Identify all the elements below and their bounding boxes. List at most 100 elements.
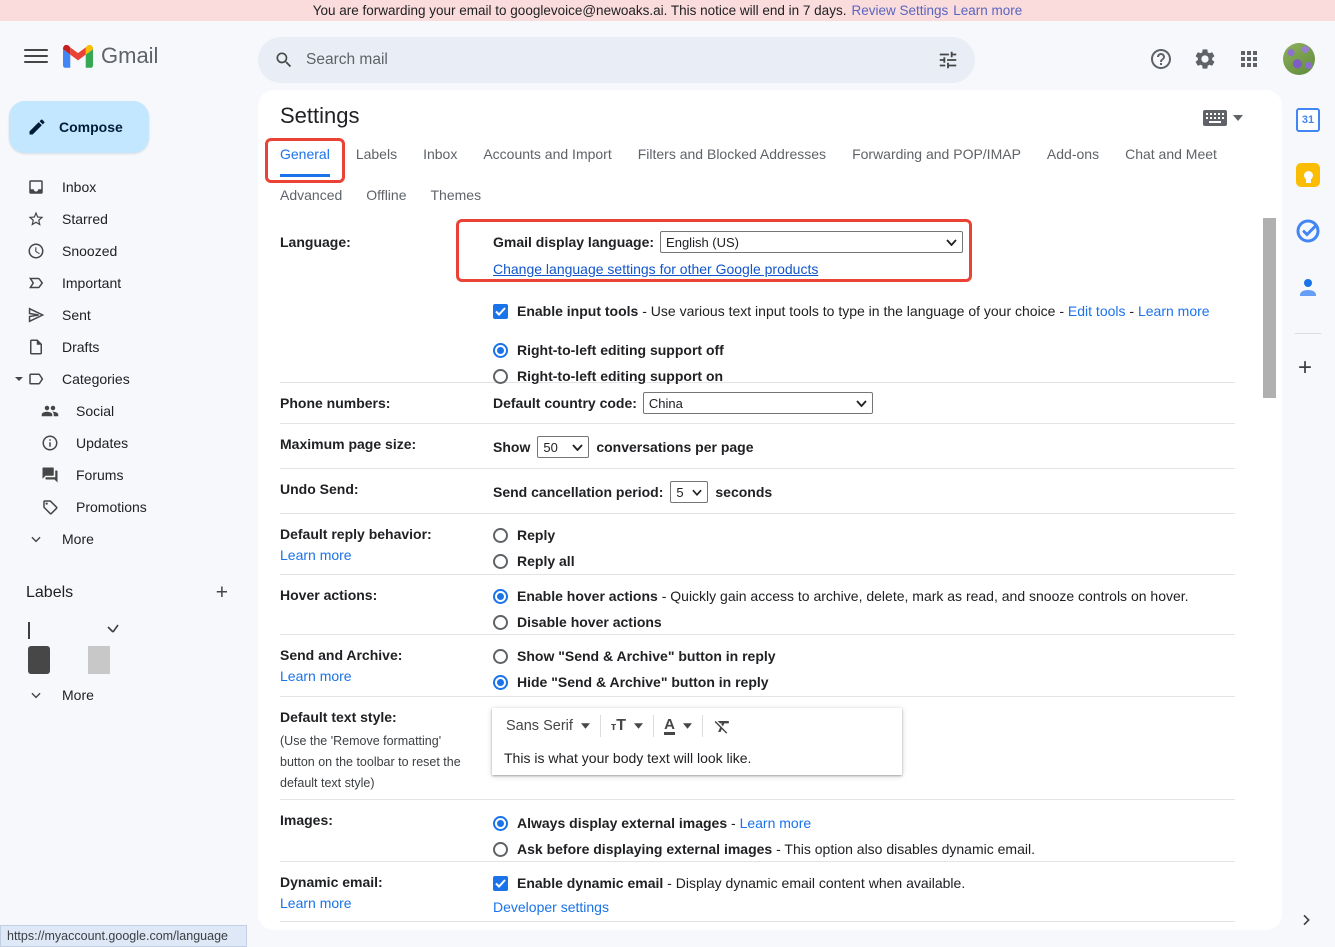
search-icon[interactable] — [274, 50, 294, 70]
reply-all-radio[interactable] — [493, 554, 508, 569]
calendar-icon[interactable]: 31 — [1296, 108, 1320, 132]
row-dynamic-email: Dynamic email: Learn more Enable dynamic… — [280, 862, 1235, 922]
sidebar-labels-more[interactable]: More — [12, 679, 244, 711]
tab-offline[interactable]: Offline — [366, 187, 406, 215]
tab-filters[interactable]: Filters and Blocked Addresses — [638, 146, 826, 177]
search-filter-icon[interactable] — [937, 49, 959, 71]
tab-accounts-and-import[interactable]: Accounts and Import — [483, 146, 611, 177]
ask-before-images-radio[interactable] — [493, 842, 508, 857]
sidebar-item-snoozed[interactable]: Snoozed — [12, 235, 244, 267]
compose-button[interactable]: Compose — [9, 101, 149, 153]
chat-icon — [40, 465, 60, 485]
size-dropdown-arrow-icon[interactable] — [634, 723, 643, 729]
tab-chat-and-meet[interactable]: Chat and Meet — [1125, 146, 1217, 177]
tasks-icon[interactable] — [1296, 219, 1320, 243]
reply-radio[interactable] — [493, 528, 508, 543]
help-icon[interactable] — [1149, 47, 1173, 71]
rtl-on-radio[interactable] — [493, 369, 508, 384]
settings-panel: Settings General Labels Inbox Accounts a… — [258, 90, 1282, 930]
display-language-select[interactable]: English (US) — [660, 231, 963, 253]
enable-hover-radio[interactable] — [493, 589, 508, 604]
hide-send-archive-radio[interactable] — [493, 675, 508, 690]
settings-gear-icon[interactable] — [1193, 47, 1217, 71]
sidebar-item-inbox[interactable]: Inbox — [12, 171, 244, 203]
sidebar-item-updates[interactable]: Updates — [12, 427, 244, 459]
tab-forwarding[interactable]: Forwarding and POP/IMAP — [852, 146, 1021, 177]
contacts-icon[interactable] — [1296, 275, 1320, 299]
select-chevron-icon — [946, 239, 957, 246]
compose-label: Compose — [59, 119, 123, 135]
enable-dynamic-email-checkbox[interactable] — [493, 876, 508, 891]
page-size-row-label: Maximum page size: — [280, 434, 460, 454]
tag-icon — [40, 497, 60, 517]
input-tools-toggle[interactable] — [1203, 110, 1243, 126]
tab-general[interactable]: General — [280, 146, 330, 177]
remove-formatting-icon[interactable] — [713, 717, 732, 736]
font-size-button[interactable]: тT — [611, 717, 626, 735]
label-item-glyph — [107, 624, 119, 633]
tab-advanced[interactable]: Advanced — [280, 187, 342, 215]
cancellation-period-select[interactable]: 5 — [670, 481, 708, 503]
reply-learn-more-link[interactable]: Learn more — [280, 545, 460, 565]
color-dropdown-arrow-icon[interactable] — [683, 723, 692, 729]
search-input[interactable] — [306, 51, 937, 69]
sidebar-item-starred[interactable]: Starred — [12, 203, 244, 235]
vertical-scrollbar[interactable] — [1263, 218, 1276, 398]
apps-grid-icon[interactable] — [1237, 47, 1261, 71]
side-panel-rail: 31 + — [1282, 90, 1335, 947]
sidebar-item-more[interactable]: More — [12, 523, 244, 555]
main-menu-icon[interactable] — [24, 44, 48, 68]
label-swatch-dark[interactable] — [28, 646, 50, 674]
label-icon — [26, 369, 46, 389]
sidebar-item-forums[interactable]: Forums — [12, 459, 244, 491]
review-settings-link[interactable]: Review Settings — [851, 3, 948, 18]
disable-hover-radio[interactable] — [493, 615, 508, 630]
show-side-panel-icon[interactable] — [1298, 912, 1314, 928]
add-label-icon[interactable]: + — [216, 582, 228, 603]
country-code-select[interactable]: China — [643, 392, 873, 414]
font-family-select[interactable]: Sans Serif — [506, 718, 573, 734]
page-title: Settings — [280, 103, 360, 129]
sidebar-item-categories[interactable]: Categories — [12, 363, 244, 395]
font-dropdown-arrow-icon[interactable] — [581, 723, 590, 729]
send-archive-learn-more-link[interactable]: Learn more — [280, 666, 460, 686]
change-language-link[interactable]: Change language settings for other Googl… — [493, 261, 818, 277]
keyboard-icon — [1203, 110, 1227, 126]
tab-add-ons[interactable]: Add-ons — [1047, 146, 1099, 177]
keep-icon[interactable] — [1296, 163, 1320, 187]
row-phone-numbers: Phone numbers: Default country code: Chi… — [280, 383, 1235, 424]
developer-settings-link[interactable]: Developer settings — [493, 899, 609, 915]
send-icon — [26, 305, 46, 325]
banner-learn-more-link[interactable]: Learn more — [953, 3, 1022, 18]
text-style-preview: This is what your body text will look li… — [492, 744, 902, 766]
enable-input-tools-checkbox[interactable] — [493, 304, 508, 319]
inbox-icon — [26, 177, 46, 197]
rtl-off-radio[interactable] — [493, 343, 508, 358]
sidebar: Compose Inbox Starred Snoozed Important … — [0, 90, 256, 947]
status-url-tooltip: https://myaccount.google.com/language — [0, 925, 247, 947]
get-add-ons-icon[interactable]: + — [1298, 356, 1312, 380]
images-learn-more-link[interactable]: Learn more — [740, 815, 812, 831]
text-color-button[interactable]: A — [664, 717, 675, 735]
show-send-archive-radio[interactable] — [493, 649, 508, 664]
tab-inbox[interactable]: Inbox — [423, 146, 457, 177]
always-display-images-radio[interactable] — [493, 816, 508, 831]
page-size-select[interactable]: 50 — [537, 436, 589, 458]
sidebar-item-promotions[interactable]: Promotions — [12, 491, 244, 523]
dynamic-learn-more-link[interactable]: Learn more — [280, 893, 460, 913]
edit-tools-link[interactable]: Edit tools — [1068, 303, 1126, 319]
language-row-label: Language: — [280, 232, 460, 252]
sidebar-item-sent[interactable]: Sent — [12, 299, 244, 331]
search-bar[interactable] — [258, 37, 975, 83]
sidebar-item-drafts[interactable]: Drafts — [12, 331, 244, 363]
tab-labels[interactable]: Labels — [356, 146, 397, 177]
expand-arrow-icon[interactable] — [14, 374, 24, 384]
input-tools-learn-more-link[interactable]: Learn more — [1138, 303, 1210, 319]
sidebar-item-important[interactable]: Important — [12, 267, 244, 299]
gmail-m-icon — [63, 45, 93, 68]
label-item-partial — [28, 622, 30, 639]
tab-themes[interactable]: Themes — [431, 187, 482, 215]
user-avatar[interactable] — [1283, 43, 1315, 75]
label-swatch-light[interactable] — [88, 646, 110, 674]
sidebar-item-social[interactable]: Social — [12, 395, 244, 427]
